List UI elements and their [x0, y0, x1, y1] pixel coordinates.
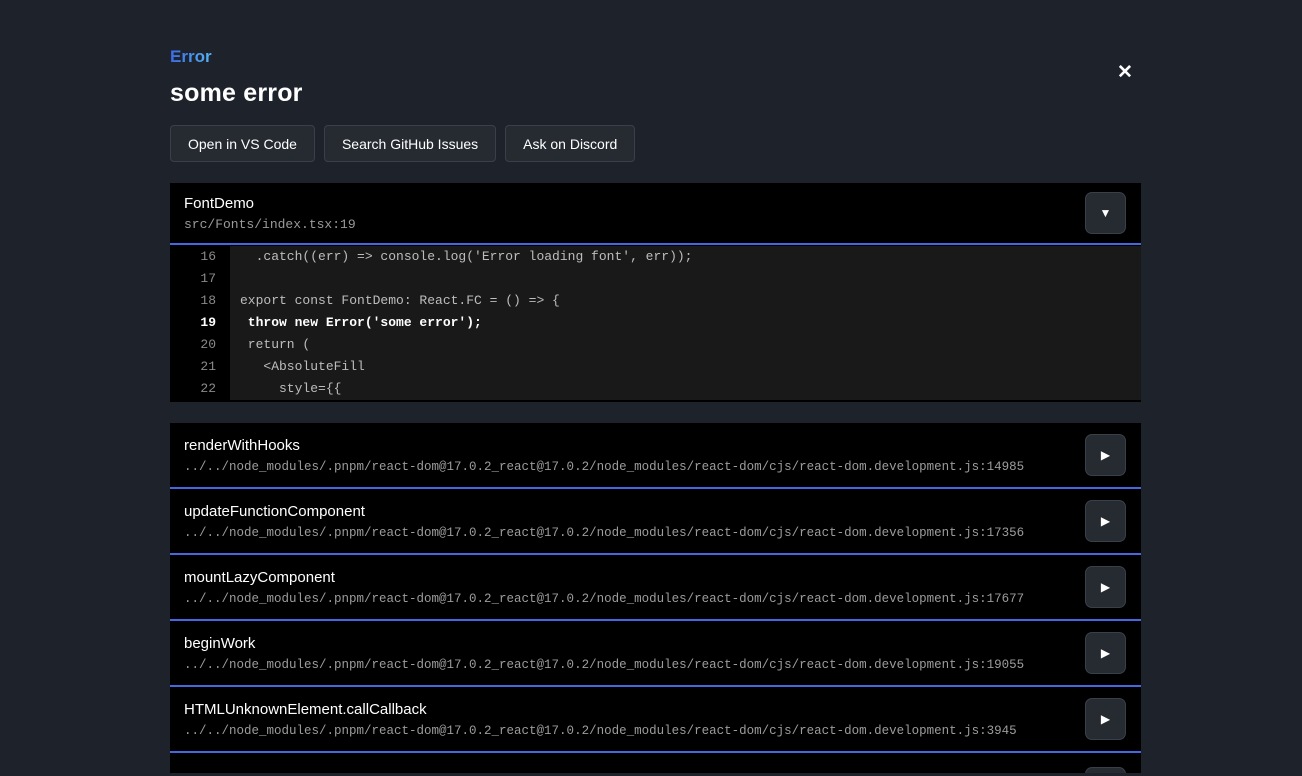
code-line-text: throw new Error('some error'); — [230, 312, 1141, 334]
code-frame-title: FontDemo — [184, 195, 356, 212]
expand-frame-button[interactable]: ▶ — [1085, 566, 1126, 608]
code-line-text: style={{ — [230, 378, 1141, 400]
code-frame-panel: FontDemo src/Fonts/index.tsx:19 ▼ 16 .ca… — [170, 183, 1141, 402]
code-line: 22 style={{ — [170, 378, 1141, 400]
stack-frame-list: renderWithHooks ../../node_modules/.pnpm… — [170, 423, 1141, 773]
stack-frame-path: ../../node_modules/.pnpm/react-dom@17.0.… — [184, 658, 1024, 672]
expand-frame-button[interactable]: ▶ — [1085, 698, 1126, 740]
stack-frame-text: renderWithHooks ../../node_modules/.pnpm… — [184, 437, 1024, 474]
code-line-number: 17 — [170, 268, 230, 290]
stack-frame-row: beginWork ../../node_modules/.pnpm/react… — [170, 621, 1141, 687]
stack-frame-path: ../../node_modules/.pnpm/react-dom@17.0.… — [184, 724, 1017, 738]
code-line: 19 throw new Error('some error'); — [170, 312, 1141, 334]
error-message: some error — [170, 79, 1141, 108]
expand-frame-button[interactable]: ▶ — [1085, 434, 1126, 476]
stack-frame-text: mountLazyComponent ../../node_modules/.p… — [184, 569, 1024, 606]
code-line-number: 21 — [170, 356, 230, 378]
code-line: 18 export const FontDemo: React.FC = () … — [170, 290, 1141, 312]
code-line-number: 20 — [170, 334, 230, 356]
open-in-vscode-button[interactable]: Open in VS Code — [170, 125, 315, 162]
stack-frame-name: updateFunctionComponent — [184, 503, 1024, 520]
code-line-number: 19 — [170, 312, 230, 334]
expand-frame-button[interactable]: ▶ — [1085, 500, 1126, 542]
stack-frame-row: HTMLUnknownElement.callCallback ../../no… — [170, 687, 1141, 753]
code-line-text: .catch((err) => console.log('Error loadi… — [230, 246, 1141, 268]
stack-frame-path: ../../node_modules/.pnpm/react-dom@17.0.… — [184, 460, 1024, 474]
code-block: 16 .catch((err) => console.log('Error lo… — [170, 245, 1141, 402]
stack-frame-path: ../../node_modules/.pnpm/react-dom@17.0.… — [184, 592, 1024, 606]
collapse-code-button[interactable]: ▼ — [1085, 192, 1126, 234]
stack-frame-name: beginWork — [184, 635, 1024, 652]
stack-frame-text: HTMLUnknownElement.callCallback ../../no… — [184, 701, 1017, 738]
expand-frame-button[interactable]: ▶ — [1085, 767, 1126, 773]
code-frame-location: src/Fonts/index.tsx:19 — [184, 217, 356, 232]
stack-frame-text: beginWork ../../node_modules/.pnpm/react… — [184, 635, 1024, 672]
stack-frame-name: HTMLUnknownElement.callCallback — [184, 701, 1017, 718]
stack-frame-row: ▶ — [170, 753, 1141, 773]
code-line: 16 .catch((err) => console.log('Error lo… — [170, 246, 1141, 268]
play-icon: ▶ — [1101, 448, 1110, 462]
error-type-label: Error — [170, 47, 212, 67]
ask-on-discord-button[interactable]: Ask on Discord — [505, 125, 635, 162]
stack-frame-name: mountLazyComponent — [184, 569, 1024, 586]
code-line-text — [230, 268, 1141, 290]
code-line: 20 return ( — [170, 334, 1141, 356]
code-line-text: return ( — [230, 334, 1141, 356]
code-line-text: export const FontDemo: React.FC = () => … — [230, 290, 1141, 312]
code-line: 17 — [170, 268, 1141, 290]
stack-frame-row: renderWithHooks ../../node_modules/.pnpm… — [170, 423, 1141, 489]
code-frame-header: FontDemo src/Fonts/index.tsx:19 ▼ — [170, 183, 1141, 245]
play-icon: ▶ — [1101, 580, 1110, 594]
play-icon: ▶ — [1101, 712, 1110, 726]
code-line-number: 22 — [170, 378, 230, 400]
play-icon: ▶ — [1101, 514, 1110, 528]
stack-frame-text: updateFunctionComponent ../../node_modul… — [184, 503, 1024, 540]
code-line-text: <AbsoluteFill — [230, 356, 1141, 378]
action-buttons-row: Open in VS Code Search GitHub Issues Ask… — [170, 125, 1141, 162]
play-icon: ▶ — [1101, 646, 1110, 660]
search-github-issues-button[interactable]: Search GitHub Issues — [324, 125, 496, 162]
stack-frame-row: updateFunctionComponent ../../node_modul… — [170, 489, 1141, 555]
code-line-number: 18 — [170, 290, 230, 312]
stack-frame-name: renderWithHooks — [184, 437, 1024, 454]
expand-frame-button[interactable]: ▶ — [1085, 632, 1126, 674]
stack-frame-row: mountLazyComponent ../../node_modules/.p… — [170, 555, 1141, 621]
error-overlay: Error some error Open in VS Code Search … — [170, 0, 1141, 773]
stack-frame-path: ../../node_modules/.pnpm/react-dom@17.0.… — [184, 526, 1024, 540]
code-frame-header-text: FontDemo src/Fonts/index.tsx:19 — [184, 195, 356, 232]
chevron-down-icon: ▼ — [1100, 206, 1112, 220]
code-line: 21 <AbsoluteFill — [170, 356, 1141, 378]
code-line-number: 16 — [170, 246, 230, 268]
